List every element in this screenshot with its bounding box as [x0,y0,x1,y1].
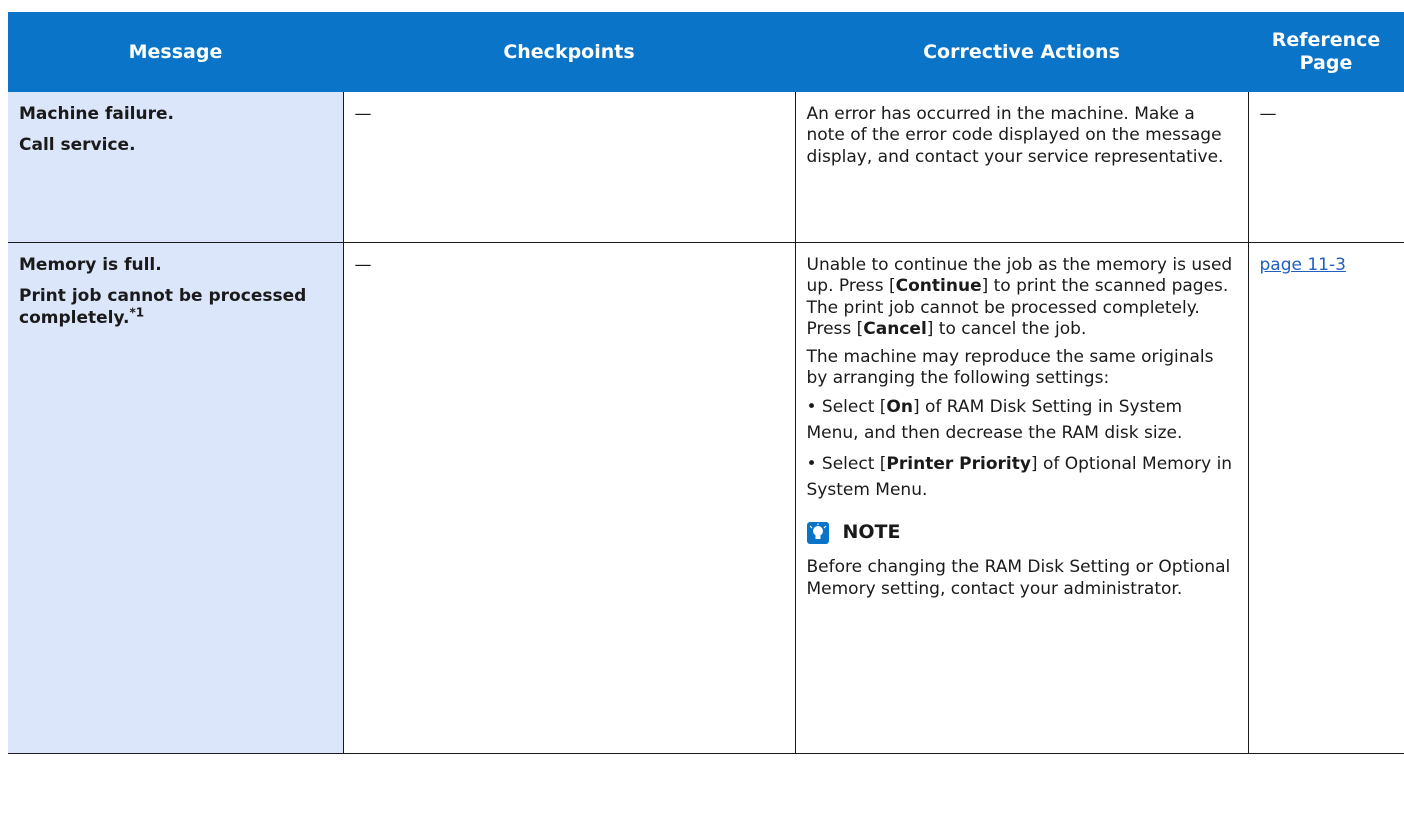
corrective-action-cell: Unable to continue the job as the memory… [794,242,1249,754]
corrective-action-paragraph-2: The machine may reproduce the same origi… [806,346,1214,389]
checkpoints-cell: — [342,92,796,243]
printer-priority-key-label: Printer Priority [886,454,1031,475]
corrective-action-paragraph-1: Unable to continue the job as the memory… [807,255,1238,341]
header-corrective-actions: Corrective Actions [795,12,1248,92]
header-checkpoints: Checkpoints [343,12,795,92]
text-run: • Select [ [806,454,887,475]
message-line1: Machine failure. [19,104,174,124]
text-run: • Select [ [806,397,887,418]
error-message-table: Message Checkpoints Corrective Actions R… [8,12,1404,754]
message-line1: Memory is full. [19,255,162,275]
header-reference-page: Reference Page [1248,12,1404,92]
header-reference-line1: Reference [1271,29,1381,52]
checkpoints-cell: — [342,242,796,754]
message-line2-text: Print job cannot be processed completely… [19,286,307,328]
text-run: ] to cancel the job. [926,319,1087,340]
note-heading: NOTE [806,521,1238,545]
message-line2: Call service. [19,135,136,156]
header-message: Message [8,12,343,92]
header-reference-line2: Page [1299,52,1353,74]
note-text: Before changing the RAM Disk Setting or … [806,557,1231,599]
bullet-item-optional-memory: • Select [Printer Priority] of Optional … [807,452,1238,503]
cancel-key-label: Cancel [863,319,927,340]
reference-cell: — [1247,92,1404,243]
note-bulb-icon [806,522,829,545]
corrective-action-cell: An error has occurred in the machine. Ma… [794,92,1249,243]
continue-key-label: Continue [895,276,982,297]
corrective-action-text: An error has occurred in the machine. Ma… [806,104,1224,167]
reference-cell: page 11-3 [1247,242,1404,754]
table-row: Memory is full. Print job cannot be proc… [8,242,1404,754]
table-row: Machine failure. Call service. — An erro… [8,92,1404,243]
message-line2: Print job cannot be processed completely… [19,286,333,329]
footnote-marker: *1 [129,305,145,320]
bullet-item-ram-disk: • Select [On] of RAM Disk Setting in Sys… [807,395,1238,446]
message-cell: Machine failure. Call service. [8,92,344,243]
table-header-row: Message Checkpoints Corrective Actions R… [8,12,1404,92]
reference-page-link[interactable]: page 11-3 [1260,255,1346,275]
on-key-label: On [886,397,913,418]
note-title: NOTE [842,521,901,544]
message-cell: Memory is full. Print job cannot be proc… [8,242,344,754]
